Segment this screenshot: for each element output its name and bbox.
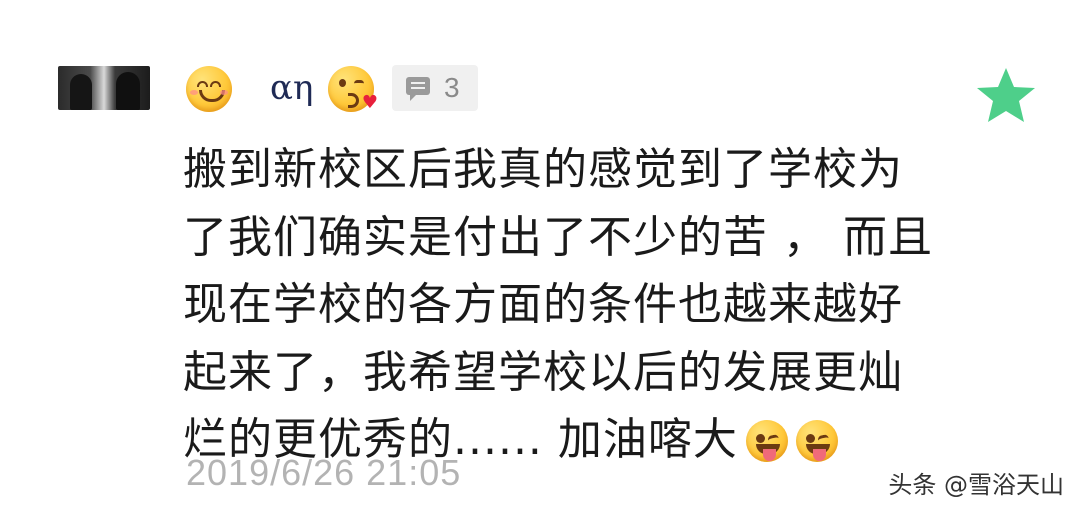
avatar-figure-right — [116, 72, 140, 110]
winking-tongue-emoji-icon — [795, 420, 838, 462]
comment-text-line: 了我们确实是付出了不少的苦 ， 而且 — [183, 211, 933, 263]
face-blowing-kiss-icon: ♥ — [328, 66, 378, 112]
star-icon[interactable] — [974, 66, 1038, 124]
comment-timestamp: 2019/6/26 21:05 — [186, 452, 462, 493]
smiling-face-emoji-icon — [186, 66, 232, 112]
comment-count-button[interactable]: 3 — [392, 65, 478, 111]
avatar-figure-left — [70, 74, 92, 110]
user-avatar[interactable] — [58, 66, 150, 110]
comment-icon — [406, 77, 430, 101]
winking-tongue-emoji-icon — [745, 420, 788, 462]
comment-text: 搬到新校区后我真的感觉到了学校为 了我们确实是付出了不少的苦 ， 而且 现在学校… — [183, 136, 963, 474]
username[interactable]: αη — [270, 62, 313, 114]
comment-count: 3 — [444, 72, 460, 103]
comment-text-line: 搬到新校区后我真的感觉到了学校为 — [183, 144, 903, 195]
comment-text-line: 现在学校的各方面的条件也越来越好 — [183, 279, 903, 330]
comment-text-line: 起来了，我希望学校以后的发展更灿 — [183, 346, 903, 398]
watermark: 头条 @雪浴天山 — [888, 471, 1064, 499]
